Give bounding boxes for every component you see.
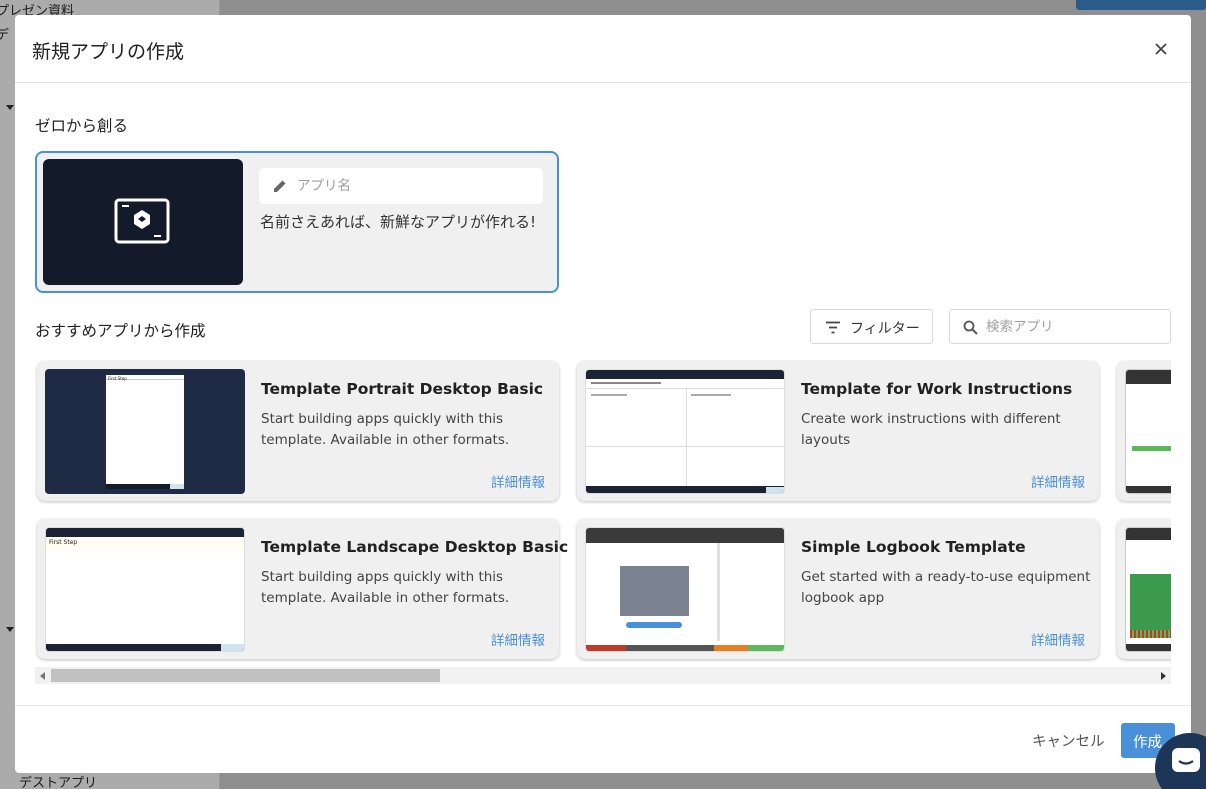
scroll-right-icon[interactable] bbox=[1161, 672, 1166, 680]
more-info-link[interactable]: 詳細情報 bbox=[491, 629, 545, 649]
template-search-input[interactable] bbox=[986, 310, 1166, 343]
cancel-button[interactable]: キャンセル bbox=[1032, 730, 1105, 751]
template-title: Template Landscape Desktop Basic bbox=[261, 538, 569, 556]
more-info-link[interactable]: 詳細情報 bbox=[1031, 629, 1085, 649]
dialog-title: 新規アプリの作成 bbox=[32, 41, 185, 63]
background-sidebar-item: デ bbox=[0, 28, 10, 43]
template-thumbnail bbox=[1125, 369, 1171, 494]
template-card-partial[interactable] bbox=[1117, 361, 1171, 501]
create-app-dialog: 新規アプリの作成 ゼロから創る 名前さえあれば、新鮮なアプリが作れる! おすすめ… bbox=[15, 15, 1191, 773]
app-name-input[interactable] bbox=[297, 168, 537, 204]
blank-app-card[interactable]: 名前さえあれば、新鮮なアプリが作れる! bbox=[35, 151, 559, 293]
filter-button[interactable]: フィルター bbox=[810, 309, 933, 344]
template-title: Template Portrait Desktop Basic bbox=[261, 380, 544, 398]
blank-app-description: 名前さえあれば、新鮮なアプリが作れる! bbox=[260, 213, 537, 231]
more-info-link[interactable]: 詳細情報 bbox=[1031, 471, 1085, 491]
template-carousel[interactable]: First Step Template Portrait Desktop Bas… bbox=[35, 359, 1171, 662]
chat-icon bbox=[1172, 748, 1200, 772]
filter-button-label: フィルター bbox=[850, 321, 920, 337]
template-description: Get started with a ready-to-use equipmen… bbox=[801, 569, 1091, 606]
template-thumbnail: First Step bbox=[45, 527, 245, 652]
template-thumbnail bbox=[585, 527, 785, 652]
recommended-section-label: おすすめアプリから作成 bbox=[35, 322, 206, 340]
scratch-section-label: ゼロから創る bbox=[35, 117, 129, 135]
thumbnail-caption: First Step bbox=[49, 539, 78, 546]
app-logo-icon bbox=[114, 198, 170, 244]
search-icon bbox=[963, 320, 978, 335]
template-card[interactable]: Simple Logbook Template Get started with… bbox=[577, 519, 1099, 659]
background-caret-icon bbox=[6, 627, 14, 632]
scroll-left-icon[interactable] bbox=[40, 672, 45, 680]
template-card-partial[interactable] bbox=[1117, 519, 1171, 659]
template-thumbnail bbox=[585, 369, 785, 494]
app-name-field[interactable] bbox=[259, 168, 543, 204]
template-description: Create work instructions with different … bbox=[801, 411, 1061, 448]
template-description: Start building apps quickly with this te… bbox=[261, 411, 510, 448]
dialog-footer: キャンセル 作成 bbox=[15, 705, 1191, 773]
template-thumbnail: First Step bbox=[45, 369, 245, 494]
template-thumbnail bbox=[1125, 527, 1171, 652]
blank-app-thumbnail bbox=[43, 159, 243, 285]
pencil-icon bbox=[274, 180, 286, 192]
template-title: Template for Work Instructions bbox=[801, 380, 1073, 398]
filter-icon bbox=[826, 321, 840, 334]
background-primary-button bbox=[1076, 0, 1206, 10]
template-title: Simple Logbook Template bbox=[801, 538, 1026, 556]
template-card[interactable]: First Step Template Portrait Desktop Bas… bbox=[37, 361, 559, 501]
horizontal-scrollbar[interactable] bbox=[35, 667, 1171, 684]
background-sidebar-item: デストアプリ bbox=[19, 776, 98, 789]
template-search-field[interactable] bbox=[949, 309, 1171, 344]
close-icon[interactable] bbox=[1151, 39, 1171, 59]
template-description: Start building apps quickly with this te… bbox=[261, 569, 510, 606]
thumbnail-caption: First Step bbox=[108, 376, 127, 381]
dialog-header: 新規アプリの作成 bbox=[15, 15, 1191, 83]
more-info-link[interactable]: 詳細情報 bbox=[491, 471, 545, 491]
scrollbar-thumb[interactable] bbox=[51, 669, 440, 682]
template-card[interactable]: Template for Work Instructions Create wo… bbox=[577, 361, 1099, 501]
template-card[interactable]: First Step Template Landscape Desktop Ba… bbox=[37, 519, 568, 659]
background-caret-icon bbox=[6, 105, 14, 110]
